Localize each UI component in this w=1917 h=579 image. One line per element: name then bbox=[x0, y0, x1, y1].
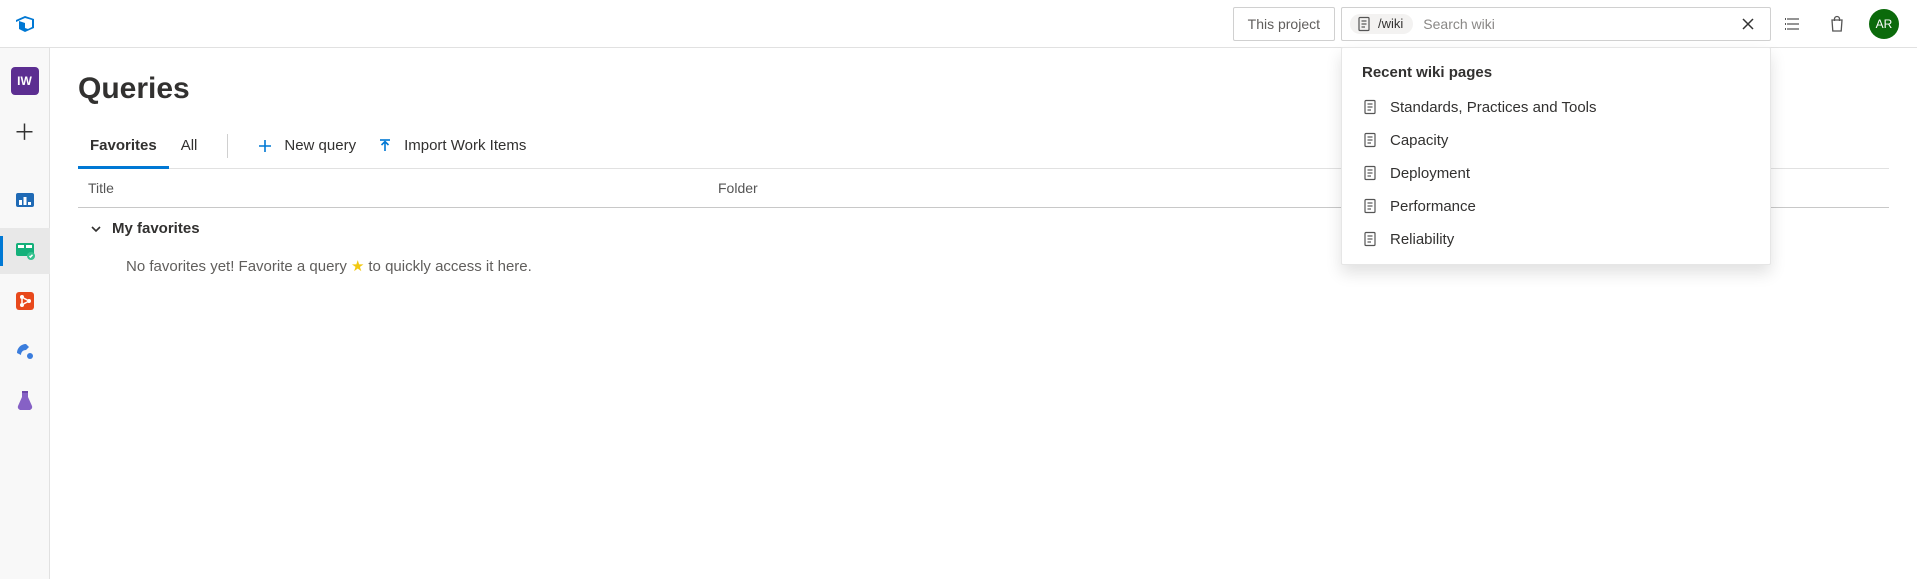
search-scope-label: This project bbox=[1248, 16, 1320, 32]
search-input[interactable] bbox=[1421, 15, 1726, 33]
settings-list-button[interactable] bbox=[1771, 0, 1815, 48]
star-icon: ★ bbox=[351, 257, 364, 275]
empty-text-after: to quickly access it here. bbox=[368, 258, 531, 275]
azure-devops-icon bbox=[13, 12, 37, 36]
dropdown-item-label: Standards, Practices and Tools bbox=[1390, 99, 1597, 116]
rail-overview[interactable] bbox=[0, 178, 50, 224]
left-nav-rail: IW ＋ bbox=[0, 48, 50, 579]
chevron-down-icon bbox=[88, 221, 104, 237]
page-icon bbox=[1356, 16, 1372, 32]
rail-pipelines[interactable] bbox=[0, 328, 50, 374]
dropdown-item[interactable]: Performance bbox=[1342, 190, 1770, 223]
repos-icon bbox=[13, 289, 37, 313]
import-icon bbox=[376, 137, 394, 155]
top-bar: This project /wiki Recent wiki p bbox=[0, 0, 1917, 48]
search-clear-button[interactable] bbox=[1734, 10, 1762, 38]
dropdown-item-label: Capacity bbox=[1390, 132, 1448, 149]
page-icon bbox=[1362, 99, 1378, 115]
plus-icon bbox=[256, 137, 274, 155]
close-icon bbox=[1740, 16, 1756, 32]
favorites-group-label: My favorites bbox=[112, 220, 200, 237]
avatar-initials: AR bbox=[1876, 17, 1893, 31]
tab-all[interactable]: All bbox=[169, 124, 210, 168]
plus-icon: ＋ bbox=[13, 115, 35, 147]
dropdown-header: Recent wiki pages bbox=[1342, 60, 1770, 91]
dropdown-item[interactable]: Deployment bbox=[1342, 157, 1770, 190]
tab-all-label: All bbox=[181, 137, 198, 154]
dropdown-item[interactable]: Capacity bbox=[1342, 124, 1770, 157]
test-plans-icon bbox=[13, 389, 37, 413]
column-header-folder[interactable]: Folder bbox=[718, 180, 758, 196]
boards-icon bbox=[13, 239, 37, 263]
page-icon bbox=[1362, 132, 1378, 148]
tab-favorites[interactable]: Favorites bbox=[78, 124, 169, 168]
dashboard-icon bbox=[13, 189, 37, 213]
marketplace-button[interactable] bbox=[1815, 0, 1859, 48]
dropdown-item-label: Reliability bbox=[1390, 231, 1454, 248]
dropdown-item-label: Deployment bbox=[1390, 165, 1470, 182]
rail-project[interactable]: IW bbox=[0, 58, 50, 104]
import-work-items-button[interactable]: Import Work Items bbox=[366, 124, 536, 168]
toolbar-divider bbox=[227, 134, 228, 158]
product-logo[interactable] bbox=[0, 0, 50, 47]
page-icon bbox=[1362, 165, 1378, 181]
search-container: /wiki Recent wiki pages Standards, Pract… bbox=[1341, 7, 1771, 41]
search-filter-label: /wiki bbox=[1378, 16, 1403, 31]
search-suggestions-dropdown: Recent wiki pages Standards, Practices a… bbox=[1341, 47, 1771, 265]
page-icon bbox=[1362, 231, 1378, 247]
rail-repos[interactable] bbox=[0, 278, 50, 324]
dropdown-item[interactable]: Reliability bbox=[1342, 223, 1770, 256]
project-initials: IW bbox=[17, 74, 32, 88]
pipelines-icon bbox=[13, 339, 37, 363]
project-badge: IW bbox=[11, 67, 39, 95]
empty-text-before: No favorites yet! Favorite a query bbox=[126, 258, 347, 275]
import-label: Import Work Items bbox=[404, 137, 526, 154]
dropdown-item-label: Performance bbox=[1390, 198, 1476, 215]
shopping-bag-icon bbox=[1827, 14, 1847, 34]
column-header-title[interactable]: Title bbox=[78, 180, 718, 196]
search-scope-button[interactable]: This project bbox=[1233, 7, 1335, 41]
new-query-button[interactable]: New query bbox=[246, 124, 366, 168]
search-box[interactable]: /wiki bbox=[1341, 7, 1771, 41]
dropdown-item[interactable]: Standards, Practices and Tools bbox=[1342, 91, 1770, 124]
rail-boards[interactable] bbox=[0, 228, 50, 274]
page-icon bbox=[1362, 198, 1378, 214]
search-filter-pill[interactable]: /wiki bbox=[1350, 14, 1413, 34]
new-query-label: New query bbox=[284, 137, 356, 154]
rail-new[interactable]: ＋ bbox=[0, 108, 50, 154]
user-avatar[interactable]: AR bbox=[1869, 9, 1899, 39]
list-settings-icon bbox=[1783, 14, 1803, 34]
tab-favorites-label: Favorites bbox=[90, 137, 157, 154]
rail-test-plans[interactable] bbox=[0, 378, 50, 424]
